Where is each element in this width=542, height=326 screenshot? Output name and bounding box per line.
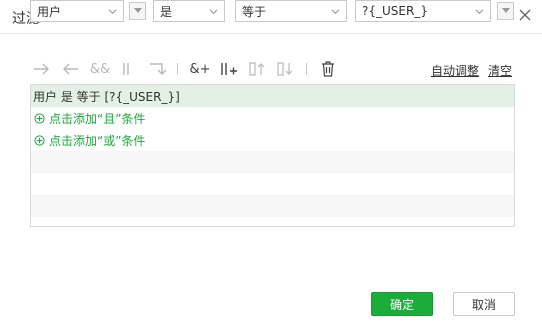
field-options-button[interactable] bbox=[129, 2, 146, 20]
empty-row bbox=[31, 195, 514, 217]
ok-button[interactable]: 确定 bbox=[371, 292, 433, 316]
and-icon[interactable]: && bbox=[88, 58, 112, 80]
caret-down-icon bbox=[501, 8, 510, 13]
move-down-icon[interactable] bbox=[275, 58, 295, 80]
condition-row[interactable]: 用户 是 等于 [?{_USER_}] bbox=[31, 85, 514, 107]
return-icon[interactable] bbox=[146, 58, 168, 80]
condition-list: 用户 是 等于 [?{_USER_}] 点击添加“且”条件 点击添加“或”条件 bbox=[30, 84, 515, 227]
operator-select[interactable]: 是 bbox=[153, 0, 225, 22]
plus-circle-icon bbox=[34, 112, 45, 124]
close-icon[interactable] bbox=[518, 8, 532, 22]
toolbar-divider bbox=[306, 63, 307, 75]
clear-link[interactable]: 清空 bbox=[488, 62, 512, 79]
value-options-button[interactable] bbox=[497, 2, 514, 20]
chevron-down-icon bbox=[108, 9, 117, 15]
add-or-label: 点击添加“或”条件 bbox=[49, 133, 146, 148]
value-select[interactable]: ?{_USER_} bbox=[355, 0, 491, 22]
add-or-icon[interactable] bbox=[218, 58, 240, 80]
condition-text: 用户 是 等于 [?{_USER_}] bbox=[33, 89, 180, 104]
toolbar: && &+ 自动调整 清空 bbox=[30, 58, 514, 80]
arrow-right-icon[interactable] bbox=[32, 58, 52, 80]
add-or-condition[interactable]: 点击添加“或”条件 bbox=[31, 129, 514, 151]
plus-circle-icon bbox=[34, 134, 45, 146]
empty-row bbox=[31, 173, 514, 195]
chevron-down-icon bbox=[475, 9, 484, 15]
delete-icon[interactable] bbox=[318, 58, 338, 80]
move-up-icon[interactable] bbox=[247, 58, 267, 80]
caret-down-icon bbox=[133, 8, 142, 13]
comparison-value: 等于 bbox=[242, 4, 267, 19]
or-icon[interactable] bbox=[118, 58, 134, 80]
auto-adjust-link[interactable]: 自动调整 bbox=[431, 62, 479, 79]
operator-value: 是 bbox=[160, 4, 173, 19]
add-and-icon[interactable]: &+ bbox=[188, 58, 212, 80]
add-and-condition[interactable]: 点击添加“且”条件 bbox=[31, 107, 514, 129]
toolbar-divider bbox=[177, 63, 178, 75]
cancel-button[interactable]: 取消 bbox=[453, 292, 515, 316]
empty-row bbox=[31, 151, 514, 173]
comparison-select[interactable]: 等于 bbox=[235, 0, 347, 22]
chevron-down-icon bbox=[209, 9, 218, 15]
arrow-left-icon[interactable] bbox=[60, 58, 80, 80]
chevron-down-icon bbox=[331, 9, 340, 15]
add-and-label: 点击添加“且”条件 bbox=[49, 111, 146, 126]
value-text: ?{_USER_} bbox=[362, 4, 428, 18]
field-select[interactable]: 用户 bbox=[30, 0, 124, 22]
field-value: 用户 bbox=[37, 4, 62, 19]
